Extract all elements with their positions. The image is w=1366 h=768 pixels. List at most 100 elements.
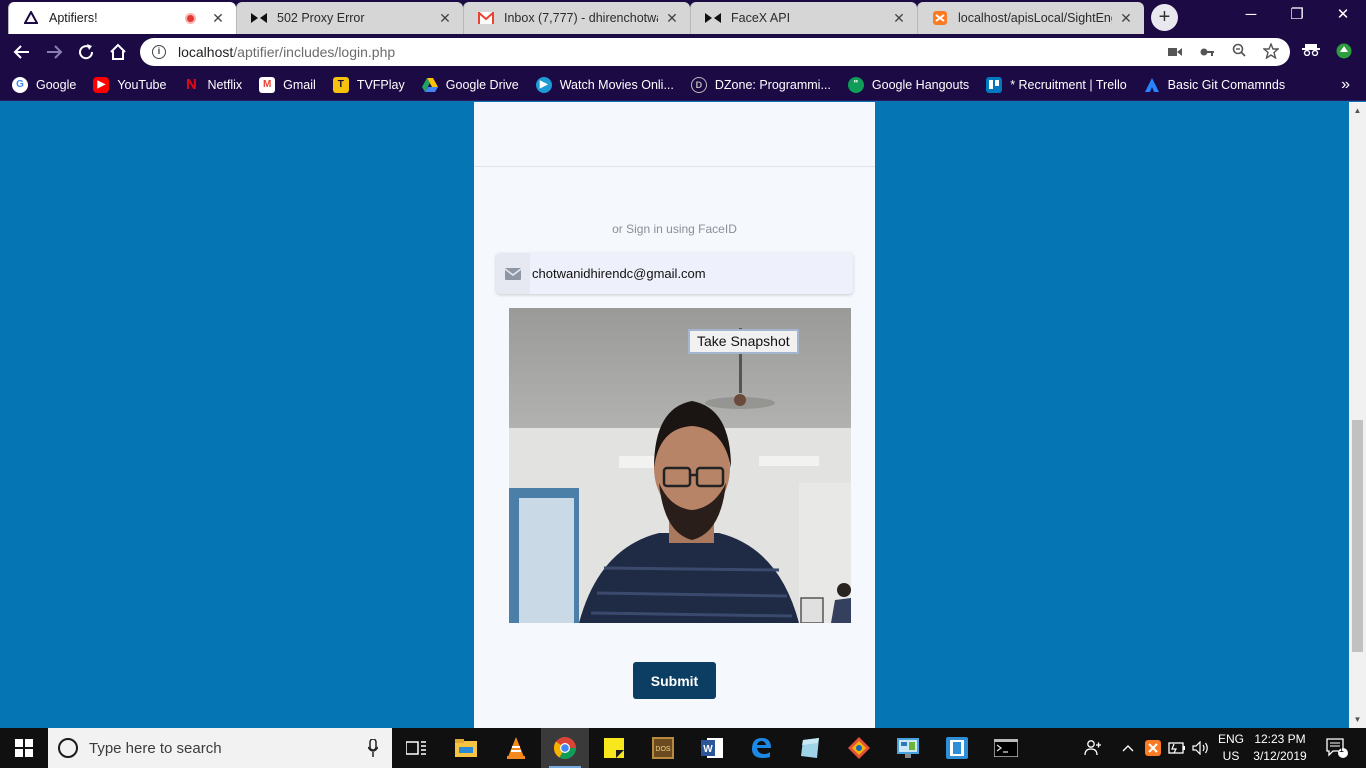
action-center-icon[interactable]: 1 (1320, 728, 1354, 768)
bookmark-label: Google Drive (445, 77, 519, 92)
microphone-icon[interactable] (367, 738, 379, 757)
people-icon[interactable] (1080, 728, 1106, 768)
incognito-extension-icon[interactable] (1302, 43, 1320, 61)
submit-button[interactable]: Submit (633, 662, 716, 699)
volume-icon[interactable] (1190, 728, 1212, 768)
url-text: localhost/aptifier/includes/login.php (178, 44, 396, 60)
login-card: or Sign in using FaceID chotwanidhirendc… (474, 102, 875, 728)
close-tab-icon[interactable]: ✕ (891, 10, 907, 27)
bookmark-dzone[interactable]: D DZone: Programmi... (690, 76, 831, 93)
xampp-favicon-icon (932, 10, 948, 26)
bookmark-label: Watch Movies Onli... (559, 77, 674, 92)
bookmarks-overflow-icon[interactable]: » (1341, 76, 1350, 94)
cortana-icon (58, 738, 78, 758)
google-icon: G (12, 76, 28, 93)
bookmarks-bar: G Google ▶ YouTube N Netflix M Gmail T T… (0, 69, 1366, 101)
onenote-icon[interactable] (786, 728, 834, 768)
word-icon[interactable]: W (688, 728, 736, 768)
bookmark-git-commands[interactable]: Basic Git Comamnds (1144, 77, 1285, 93)
close-tab-icon[interactable]: ✕ (664, 10, 680, 27)
bookmark-label: Google (36, 77, 77, 92)
close-tab-icon[interactable]: ✕ (1118, 10, 1134, 27)
bookmark-label: DZone: Programmi... (714, 77, 831, 92)
minimize-icon[interactable]: ─ (1228, 0, 1274, 32)
close-window-icon[interactable]: ✕ (1320, 0, 1366, 32)
clock-date: 3/12/2019 (1253, 749, 1307, 763)
bookmark-google[interactable]: G Google (12, 76, 77, 93)
webcam-image (509, 308, 851, 623)
edge-icon[interactable] (737, 728, 785, 768)
bookmark-label: TVFPlay (356, 77, 405, 92)
forward-icon[interactable] (40, 38, 68, 66)
task-view-icon[interactable] (392, 728, 440, 768)
bookmark-label: YouTube (117, 77, 167, 92)
close-tab-icon[interactable]: ✕ (210, 10, 226, 27)
show-hidden-icons-chevron-icon[interactable] (1118, 728, 1138, 768)
take-snapshot-button[interactable]: Take Snapshot (688, 329, 799, 354)
bookmark-label: Google Hangouts (871, 77, 970, 92)
bookmark-youtube[interactable]: ▶ YouTube (93, 76, 167, 93)
home-icon[interactable] (104, 38, 132, 66)
restore-icon[interactable]: ❐ (1274, 0, 1320, 32)
file-explorer-icon[interactable] (442, 728, 490, 768)
sticky-notes-icon[interactable] (590, 728, 638, 768)
system-clock[interactable]: 12:23 PM 3/12/2019 (1245, 731, 1315, 765)
tab-proxy-error[interactable]: 502 Proxy Error ✕ (236, 2, 463, 34)
control-panel-icon[interactable] (884, 728, 932, 768)
command-prompt-icon[interactable] (982, 728, 1030, 768)
bookmark-star-icon[interactable] (1262, 42, 1280, 61)
camera-in-use-icon[interactable] (1166, 43, 1184, 61)
scroll-up-arrow-icon[interactable]: ▲ (1349, 102, 1366, 119)
bookmark-gmail[interactable]: M Gmail (259, 76, 316, 93)
email-field[interactable] (530, 266, 840, 281)
bookmark-watch-movies[interactable]: ▶ Watch Movies Onli... (535, 76, 674, 93)
git-kraken-icon[interactable] (835, 728, 883, 768)
webcam-feed (509, 308, 851, 623)
new-tab-button[interactable]: + (1151, 4, 1178, 31)
dzone-icon: D (690, 76, 707, 93)
scroll-down-arrow-icon[interactable]: ▼ (1349, 711, 1366, 728)
zoom-icon[interactable] (1230, 43, 1248, 61)
language-indicator[interactable]: ENG US (1213, 731, 1249, 765)
key-icon[interactable] (1198, 43, 1216, 61)
xampp-tray-icon[interactable] (1142, 728, 1164, 768)
tab-title: localhost/apisLocal/SightEngin (958, 11, 1112, 25)
close-tab-icon[interactable]: ✕ (437, 10, 453, 27)
play-icon: ▶ (535, 76, 552, 93)
tab-aptifiers[interactable]: Aptifiers! ✕ (8, 2, 236, 34)
search-placeholder: Type here to search (89, 739, 222, 757)
aptifiers-favicon-icon (23, 10, 39, 26)
extension-green-icon[interactable] (1335, 43, 1353, 61)
vlc-icon[interactable] (492, 728, 540, 768)
site-info-icon[interactable]: i (152, 45, 166, 59)
back-icon[interactable] (8, 38, 36, 66)
bookmark-tvfplay[interactable]: T TVFPlay (332, 76, 405, 93)
battery-icon[interactable] (1166, 728, 1188, 768)
dosbox-icon[interactable]: DOS (639, 728, 687, 768)
bookmark-google-drive[interactable]: Google Drive (421, 77, 519, 93)
bookmark-trello[interactable]: * Recruitment | Trello (986, 76, 1127, 93)
tab-inbox[interactable]: Inbox (7,777) - dhirenchotwani ✕ (463, 2, 690, 34)
taskbar-search-box[interactable]: Type here to search (48, 728, 392, 768)
svg-text:DOS: DOS (655, 746, 671, 753)
page-scrollbar[interactable]: ▲ ▼ (1349, 102, 1366, 728)
reload-icon[interactable] (72, 38, 100, 66)
card-divider (474, 166, 875, 167)
faceid-label: or Sign in using FaceID (612, 222, 737, 236)
address-bar[interactable]: i localhost/aptifier/includes/login.php (140, 38, 1290, 66)
bookmark-label: Basic Git Comamnds (1167, 77, 1286, 92)
bookmark-netflix[interactable]: N Netflix (183, 76, 242, 93)
youtube-icon: ▶ (93, 76, 110, 93)
bookmark-hangouts[interactable]: " Google Hangouts (847, 76, 970, 93)
app-blue-box-icon[interactable] (933, 728, 981, 768)
svg-text:W: W (703, 744, 713, 755)
envelope-icon (496, 253, 530, 294)
windows-start-icon[interactable] (0, 728, 48, 768)
tab-title: 502 Proxy Error (277, 11, 365, 25)
bookmark-label: Gmail (283, 77, 316, 92)
email-field-wrapper (496, 253, 853, 294)
tab-sightengine[interactable]: localhost/apisLocal/SightEngin ✕ (917, 2, 1144, 34)
scroll-thumb[interactable] (1352, 420, 1363, 652)
chrome-taskbar-icon[interactable] (541, 728, 589, 768)
tab-facex[interactable]: FaceX API ✕ (690, 2, 917, 34)
